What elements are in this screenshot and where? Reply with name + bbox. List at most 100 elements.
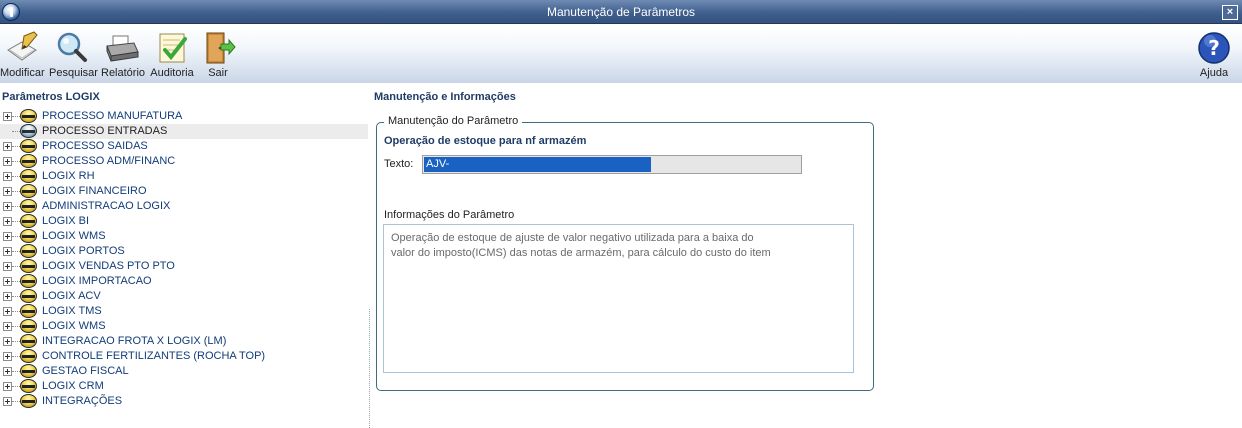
- tree-item[interactable]: LOGIX VENDAS PTO PTO: [0, 259, 368, 274]
- svg-text:?: ?: [1208, 36, 1220, 60]
- folder-node-icon: [20, 199, 37, 213]
- tree-item-label: LOGIX VENDAS PTO PTO: [42, 260, 175, 272]
- info-line-1: Operação de estoque de ajuste de valor n…: [391, 232, 754, 244]
- folder-node-icon: [20, 394, 37, 408]
- sair-label: Sair: [208, 67, 228, 79]
- modificar-button[interactable]: Modificar: [0, 28, 45, 82]
- expand-toggle-icon[interactable]: [3, 352, 12, 361]
- tree-item[interactable]: INTEGRAÇÕES: [0, 394, 368, 409]
- tree-item-label: GESTAO FISCAL: [42, 365, 129, 377]
- expand-toggle-icon[interactable]: [3, 112, 12, 121]
- auditoria-button[interactable]: Auditoria: [149, 28, 195, 82]
- relatorio-label: Relatório: [101, 67, 146, 79]
- tree-branch-line: [12, 116, 20, 117]
- folder-node-icon: [20, 319, 37, 333]
- info-textarea[interactable]: Operação de estoque de ajuste de valor n…: [383, 224, 854, 373]
- tree-item[interactable]: LOGIX BI: [0, 214, 368, 229]
- tree-item[interactable]: INTEGRACAO FROTA X LOGIX (LM): [0, 334, 368, 349]
- tree-item[interactable]: GESTAO FISCAL: [0, 364, 368, 379]
- expand-toggle-icon[interactable]: [3, 217, 12, 226]
- tree-item[interactable]: PROCESSO MANUFATURA: [0, 109, 368, 124]
- folder-node-icon: [20, 214, 37, 228]
- tree-item[interactable]: LOGIX WMS: [0, 229, 368, 244]
- folder-node-icon: [20, 274, 37, 288]
- tree-item[interactable]: PROCESSO ENTRADAS: [0, 124, 368, 139]
- tree-item[interactable]: LOGIX IMPORTACAO: [0, 274, 368, 289]
- expand-toggle-icon[interactable]: [3, 397, 12, 406]
- expand-toggle-icon[interactable]: [3, 292, 12, 301]
- tree-branch-line: [12, 161, 20, 162]
- folder-node-icon: [20, 289, 37, 303]
- expand-toggle-icon[interactable]: [3, 277, 12, 286]
- expand-toggle-icon[interactable]: [3, 232, 12, 241]
- tree-item-label: LOGIX BI: [42, 215, 90, 227]
- expand-toggle-icon[interactable]: [3, 247, 12, 256]
- tree-item[interactable]: PROCESSO ADM/FINANC: [0, 154, 368, 169]
- tree-item-label: PROCESSO ENTRADAS: [42, 125, 168, 137]
- folder-node-icon: [20, 124, 37, 138]
- folder-node-icon: [20, 139, 37, 153]
- folder-node-icon: [20, 109, 37, 123]
- folder-node-icon: [20, 244, 37, 258]
- expand-toggle-icon[interactable]: [3, 187, 12, 196]
- panel-splitter[interactable]: [369, 309, 371, 428]
- tree-item[interactable]: LOGIX CRM: [0, 379, 368, 394]
- modificar-label: Modificar: [0, 67, 45, 79]
- tree-branch-line: [12, 251, 20, 252]
- ajuda-button[interactable]: ? Ajuda: [1196, 28, 1232, 82]
- tree-item[interactable]: PROCESSO SAIDAS: [0, 139, 368, 154]
- tree-item[interactable]: LOGIX RH: [0, 169, 368, 184]
- tree-item[interactable]: ADMINISTRACAO LOGIX: [0, 199, 368, 214]
- tree-branch-line: [12, 191, 20, 192]
- printer-icon: [106, 35, 139, 62]
- tree-branch-line: [12, 221, 20, 222]
- folder-node-icon: [20, 349, 37, 363]
- tree-branch-line: [12, 326, 20, 327]
- title-bar: Manutenção de Parâmetros ×: [0, 0, 1242, 24]
- magnifier-icon: [57, 32, 87, 62]
- tree-item[interactable]: LOGIX PORTOS: [0, 244, 368, 259]
- tree-item-label: LOGIX WMS: [42, 230, 106, 242]
- tree-item-label: LOGIX FINANCEIRO: [42, 185, 147, 197]
- expand-toggle-icon[interactable]: [3, 367, 12, 376]
- parameter-name: Operação de estoque para nf armazém: [384, 135, 587, 147]
- sair-button[interactable]: Sair: [201, 28, 236, 82]
- expand-toggle-icon[interactable]: [3, 202, 12, 211]
- texto-input[interactable]: AJV-: [422, 155, 802, 174]
- auditoria-label: Auditoria: [150, 67, 194, 79]
- tree-item-label: PROCESSO MANUFATURA: [42, 110, 183, 122]
- expand-toggle-icon[interactable]: [3, 307, 12, 316]
- close-button[interactable]: ×: [1222, 5, 1238, 20]
- help-icon: ?: [1198, 32, 1230, 64]
- expand-toggle-icon[interactable]: [3, 157, 12, 166]
- tree-item[interactable]: LOGIX ACV: [0, 289, 368, 304]
- tree-branch-line: [12, 236, 20, 237]
- tree-branch-line: [12, 341, 20, 342]
- tree-item-label: INTEGRACAO FROTA X LOGIX (LM): [42, 335, 227, 347]
- edit-document-icon: [7, 31, 38, 61]
- folder-node-icon: [20, 364, 37, 378]
- tree-branch-line: [12, 176, 20, 177]
- left-panel-title: Parâmetros LOGIX: [2, 91, 100, 103]
- texto-value: AJV-: [424, 157, 651, 172]
- expand-toggle-icon[interactable]: [3, 322, 12, 331]
- expand-toggle-icon[interactable]: [3, 172, 12, 181]
- tree-item[interactable]: CONTROLE FERTILIZANTES (ROCHA TOP): [0, 349, 368, 364]
- expand-toggle-icon[interactable]: [3, 142, 12, 151]
- folder-node-icon: [20, 304, 37, 318]
- pesquisar-button[interactable]: Pesquisar: [49, 28, 98, 82]
- parameter-tree: PROCESSO MANUFATURA PROCESSO ENTRADAS PROC…: [0, 109, 368, 428]
- tree-item[interactable]: LOGIX WMS: [0, 319, 368, 334]
- texto-label: Texto:: [384, 158, 414, 170]
- expand-toggle-icon[interactable]: [3, 382, 12, 391]
- info-label: Informações do Parâmetro: [384, 209, 515, 221]
- folder-node-icon: [20, 229, 37, 243]
- tree-item[interactable]: LOGIX FINANCEIRO: [0, 184, 368, 199]
- info-line-2: valor do imposto(ICMS) das notas de arma…: [391, 247, 771, 259]
- tree-branch-line: [12, 281, 20, 282]
- tree-item[interactable]: LOGIX TMS: [0, 304, 368, 319]
- expand-toggle-icon[interactable]: [3, 262, 12, 271]
- relatorio-button[interactable]: Relatório: [101, 28, 146, 82]
- audit-checklist-icon: [159, 33, 187, 63]
- expand-toggle-icon[interactable]: [3, 337, 12, 346]
